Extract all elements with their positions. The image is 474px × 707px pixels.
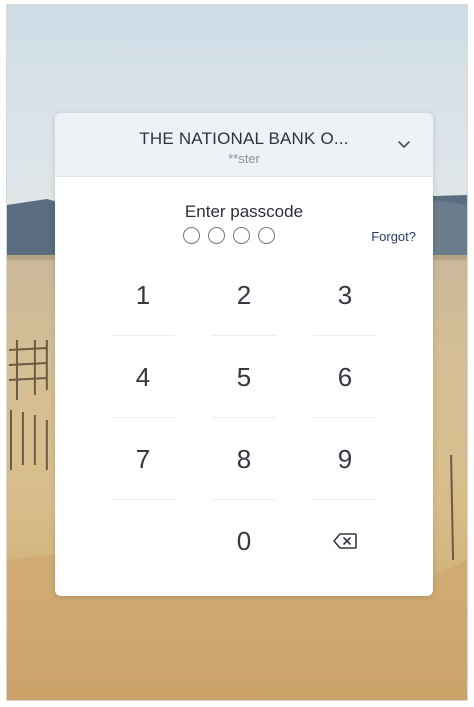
backspace-icon (333, 533, 357, 549)
account-masked-name: **ster (228, 151, 260, 166)
key-divider (212, 417, 276, 418)
key-divider (111, 335, 175, 336)
key-7[interactable]: 7 (111, 429, 175, 489)
key-divider (111, 499, 175, 500)
key-1[interactable]: 1 (111, 265, 175, 325)
key-divider (313, 335, 377, 336)
key-9[interactable]: 9 (313, 429, 377, 489)
passcode-dot (208, 227, 225, 244)
key-2[interactable]: 2 (212, 265, 276, 325)
key-4[interactable]: 4 (111, 347, 175, 407)
key-divider (313, 499, 377, 500)
passcode-prompt: Enter passcode (184, 202, 304, 221)
backspace-button[interactable] (313, 511, 377, 571)
key-5[interactable]: 5 (212, 347, 276, 407)
chevron-down-icon[interactable] (397, 137, 411, 151)
key-divider (212, 335, 276, 336)
key-divider (212, 499, 276, 500)
key-divider (111, 417, 175, 418)
key-8[interactable]: 8 (212, 429, 276, 489)
key-0[interactable]: 0 (212, 511, 276, 571)
passcode-card: THE NATIONAL BANK O... **ster Enter pass… (55, 113, 433, 596)
passcode-dots (183, 227, 275, 247)
account-selector[interactable]: THE NATIONAL BANK O... **ster (55, 113, 433, 177)
passcode-dot (183, 227, 200, 244)
forgot-passcode-link[interactable]: Forgot? (371, 229, 416, 244)
passcode-dot (258, 227, 275, 244)
bank-name: THE NATIONAL BANK O... (139, 129, 349, 148)
key-divider (313, 417, 377, 418)
key-6[interactable]: 6 (313, 347, 377, 407)
key-3[interactable]: 3 (313, 265, 377, 325)
passcode-dot (233, 227, 250, 244)
